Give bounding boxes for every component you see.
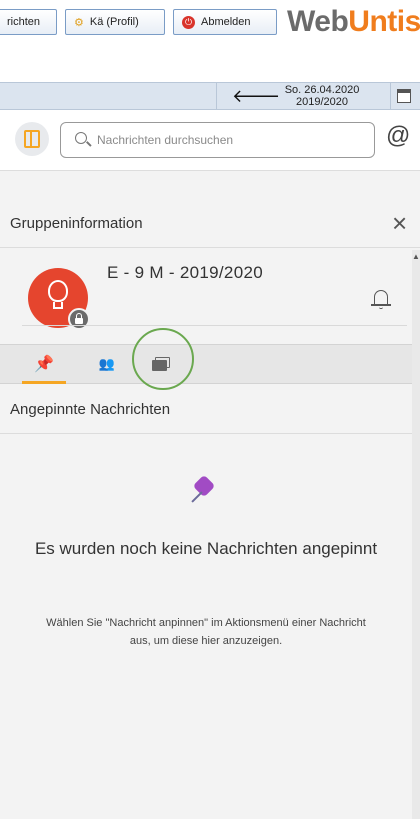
annotation-circle (132, 328, 194, 390)
panel-title: Gruppeninformation (10, 215, 143, 232)
search-input[interactable] (97, 131, 357, 149)
sidebar-toggle-button[interactable] (15, 122, 49, 156)
tab-members[interactable]: 👥 (84, 345, 128, 383)
profile-button-label: Kä (Profil) (89, 16, 139, 28)
divider (216, 83, 217, 109)
group-tabs: 📌 👥 (0, 344, 412, 384)
divider (0, 170, 420, 171)
date-display: So. 26.04.2020 2019/2020 (262, 84, 382, 108)
gear-icon: ⚙ (74, 16, 84, 29)
bell-icon[interactable] (371, 290, 391, 310)
search-icon (75, 132, 87, 144)
people-icon: 👥 (98, 356, 115, 371)
lightbulb-icon (48, 280, 68, 302)
group-name: E - 9 M - 2019/2020 (107, 263, 263, 282)
pin-icon: 📌 (34, 356, 54, 373)
divider (22, 325, 407, 326)
close-icon[interactable]: × (392, 208, 407, 239)
logout-button-label: Abmelden (201, 16, 251, 28)
logout-button[interactable]: ⏻ Abmelden (173, 9, 277, 35)
scrollbar[interactable] (412, 250, 420, 819)
messages-button-label: richten (7, 16, 41, 28)
divider (0, 433, 412, 434)
calendar-icon[interactable] (397, 89, 411, 103)
mentions-icon[interactable]: @ (386, 122, 410, 150)
scroll-up-icon[interactable]: ▲ (412, 252, 420, 261)
tab-pinned[interactable]: 📌 (22, 345, 66, 384)
sidebar-icon (24, 130, 40, 148)
divider (0, 247, 420, 248)
empty-state-title: Es wurden noch keine Nachrichten angepin… (34, 539, 378, 558)
search-box[interactable] (60, 122, 375, 158)
webuntis-logo: WebUntis (287, 5, 420, 38)
lock-icon (68, 308, 90, 330)
empty-state-hint: Wählen Sie "Nachricht anpinnen" im Aktio… (46, 617, 366, 647)
lightbulb-base (53, 302, 63, 309)
messages-button[interactable]: richten (0, 9, 57, 35)
divider (390, 83, 391, 109)
power-icon: ⏻ (182, 15, 195, 29)
current-date: So. 26.04.2020 (284, 84, 360, 96)
date-bar: 🡐 So. 26.04.2020 2019/2020 (0, 82, 420, 110)
profile-button[interactable]: ⚙ Kä (Profil) (65, 9, 165, 35)
school-year: 2019/2020 (296, 96, 348, 108)
top-toolbar: richten ⚙ Kä (Profil) ⏻ Abmelden WebUnti… (0, 0, 420, 48)
section-title: Angepinnte Nachrichten (10, 401, 171, 418)
